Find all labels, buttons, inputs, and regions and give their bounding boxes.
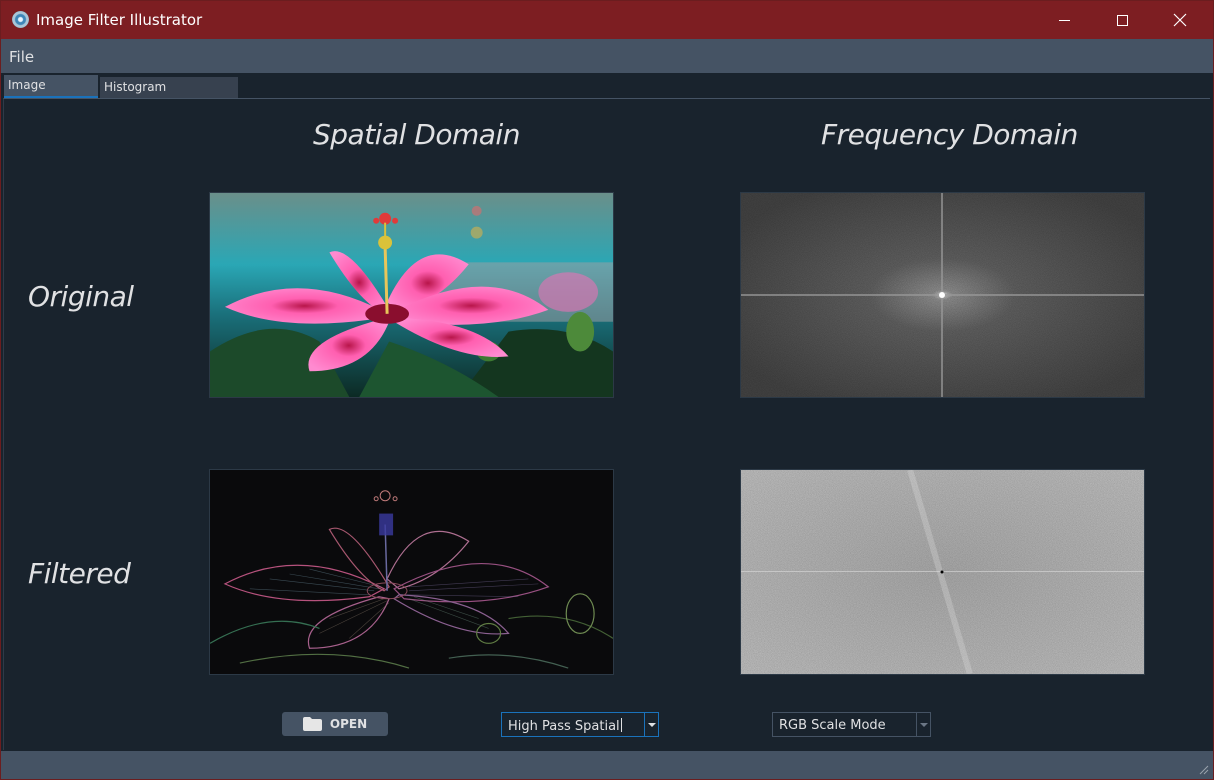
menu-bar: File bbox=[1, 39, 1213, 73]
open-button-label: OPEN bbox=[329, 717, 368, 731]
scale-mode-select[interactable]: RGB Scale Mode bbox=[772, 712, 931, 737]
status-bar bbox=[1, 751, 1213, 779]
tab-bar: Image Filtering Histogram Equalization bbox=[1, 73, 1213, 114]
folder-icon bbox=[302, 717, 322, 731]
open-button[interactable]: OPEN bbox=[282, 712, 388, 736]
original-frequency-image bbox=[740, 192, 1145, 398]
menu-file[interactable]: File bbox=[9, 48, 34, 66]
frequency-domain-heading: Frequency Domain bbox=[821, 118, 1078, 151]
tab-image-filtering[interactable]: Image Filtering bbox=[4, 75, 98, 112]
resize-grip-icon[interactable] bbox=[1197, 763, 1209, 775]
minimize-icon bbox=[1058, 19, 1070, 21]
filtered-spatial-image bbox=[209, 469, 614, 675]
tab-histogram-equalization[interactable]: Histogram Equalization bbox=[100, 77, 238, 114]
window-title: Image Filter Illustrator bbox=[36, 11, 203, 29]
original-row-label: Original bbox=[28, 280, 134, 313]
close-icon bbox=[1173, 13, 1187, 27]
minimize-button[interactable] bbox=[1035, 1, 1093, 39]
maximize-icon bbox=[1116, 14, 1128, 26]
filtered-frequency-image bbox=[740, 469, 1145, 675]
original-spatial-image bbox=[209, 192, 614, 398]
filter-type-select[interactable]: High Pass Spatial bbox=[501, 712, 659, 737]
chevron-down-icon[interactable] bbox=[916, 713, 930, 736]
spatial-domain-heading: Spatial Domain bbox=[313, 118, 520, 151]
chevron-down-icon[interactable] bbox=[644, 713, 658, 736]
filtered-row-label: Filtered bbox=[28, 557, 131, 590]
app-icon bbox=[12, 11, 29, 28]
scale-mode-value: RGB Scale Mode bbox=[779, 718, 886, 733]
filter-type-value: High Pass Spatial bbox=[508, 718, 622, 734]
app-window: Image Filter Illustrator File Image Filt… bbox=[0, 0, 1214, 780]
title-bar[interactable]: Image Filter Illustrator bbox=[1, 1, 1213, 39]
maximize-button[interactable] bbox=[1093, 1, 1151, 39]
close-button[interactable] bbox=[1151, 1, 1209, 39]
